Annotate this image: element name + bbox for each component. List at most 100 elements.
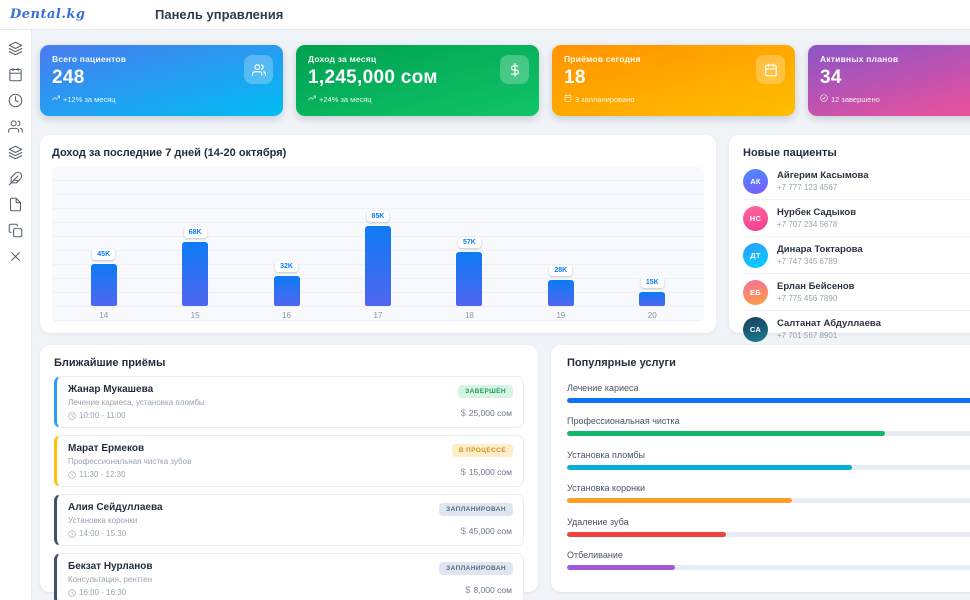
appointments-panel: Ближайшие приёмы Жанар Мукашева Лечение … <box>40 345 538 592</box>
stat-note: 3 запланировано <box>564 94 783 104</box>
currency-icon: $ <box>461 408 466 418</box>
chart-bar-group[interactable]: 68K 15 <box>182 167 208 322</box>
layers-icon[interactable] <box>8 41 23 56</box>
bar <box>456 252 482 306</box>
service-row[interactable]: Отбеливание <box>567 550 970 570</box>
users-icon[interactable] <box>8 119 23 134</box>
appointment-time: 10:00 - 11:00 <box>68 411 512 420</box>
page-title: Панель управления <box>155 7 283 22</box>
appointment-price: $ 25,000 сом <box>461 408 512 418</box>
patient-name: Салтанат Абдуллаева <box>777 318 881 329</box>
bar-category-label: 20 <box>648 311 657 322</box>
file-icon[interactable] <box>8 197 23 212</box>
service-row[interactable]: Удаление зуба <box>567 517 970 537</box>
clock-icon <box>68 471 76 479</box>
stat-note: 12 завершено <box>820 94 970 104</box>
stat-card-monthly-income[interactable]: Доход за месяц 1,245,000 сом +24% за мес… <box>296 45 539 116</box>
patient-list-item[interactable]: АК Айгерим Касымова +7 777 123 4567 <box>743 163 970 199</box>
layers-icon[interactable] <box>8 145 23 160</box>
panel-title: Новые пациенты <box>743 147 970 159</box>
chart-bar-group[interactable]: 15K 20 <box>639 167 665 322</box>
appointment-patient-name: Марат Ермеков <box>68 443 512 454</box>
bar-value-label: 57K <box>458 237 481 248</box>
service-row[interactable]: Профессиональная чистка <box>567 416 970 436</box>
stat-note: +24% за месяц <box>308 94 527 104</box>
appointment-price: $ 15,000 сом <box>461 467 512 477</box>
progress-fill <box>567 532 726 537</box>
chart-bar-group[interactable]: 45K 14 <box>91 167 117 322</box>
currency-icon: $ <box>461 467 466 477</box>
check-circle-icon <box>820 94 828 104</box>
price-text: 25,000 сом <box>469 408 512 418</box>
stat-label: Активных планов <box>820 54 970 64</box>
service-row[interactable]: Установка коронки <box>567 483 970 503</box>
panel-title: Ближайшие приёмы <box>54 357 524 369</box>
chart-bar-group[interactable]: 32K 16 <box>274 167 300 322</box>
calendar-icon <box>564 94 572 104</box>
currency-icon: $ <box>461 526 466 536</box>
stat-card-total-patients[interactable]: Всего пациентов 248 +12% за месяц <box>40 45 283 116</box>
service-row[interactable]: Лечение кариеса <box>567 383 970 403</box>
stat-card-active-plans[interactable]: Активных планов 34 12 завершено <box>808 45 970 116</box>
appointment-card[interactable]: Алия Сейдуллаева Установка коронки 14:00… <box>54 494 524 546</box>
header: Dental.kg Панель управления <box>0 0 970 30</box>
chart-bar-group[interactable]: 28K 19 <box>548 167 574 322</box>
chart-bar-group[interactable]: 85K 17 <box>365 167 391 322</box>
patient-name: Динара Токтарова <box>777 244 863 255</box>
progress-fill <box>567 398 970 403</box>
appointment-service: Установка коронки <box>68 516 512 525</box>
users-icon <box>244 55 273 84</box>
chart-bar-group[interactable]: 57K 18 <box>456 167 482 322</box>
appointment-time-text: 16:00 - 16:30 <box>79 588 126 597</box>
progress-fill <box>567 498 792 503</box>
patient-list-item[interactable]: ДТ Динара Токтарова +7 747 345 6789 <box>743 236 970 273</box>
appointment-time: 11:30 - 12:30 <box>68 470 512 479</box>
patient-phone: +7 701 567 8901 <box>777 331 881 340</box>
appointment-card[interactable]: Жанар Мукашева Лечение кариеса, установк… <box>54 376 524 428</box>
appointment-card[interactable]: Марат Ермеков Профессиональная чистка зу… <box>54 435 524 487</box>
appointment-time-text: 11:30 - 12:30 <box>79 470 126 479</box>
patient-name: Нурбек Садыков <box>777 207 856 218</box>
revenue-chart-panel: Доход за последние 7 дней (14-20 октября… <box>40 135 716 333</box>
patient-name: Ерлан Бейсенов <box>777 281 855 292</box>
bar-category-label: 18 <box>465 311 474 322</box>
progress-track <box>567 565 970 570</box>
progress-track <box>567 431 970 436</box>
patient-list-item[interactable]: НС Нурбек Садыков +7 707 234 5678 <box>743 199 970 236</box>
price-text: 8,000 сом <box>473 585 512 595</box>
appointment-price: $ 45,000 сом <box>461 526 512 536</box>
status-badge: В ПРОЦЕССЕ <box>452 444 513 457</box>
clock-icon[interactable] <box>8 93 23 108</box>
currency-icon: $ <box>465 585 470 595</box>
patient-list-item[interactable]: СА Салтанат Абдуллаева +7 701 567 8901 <box>743 310 970 347</box>
appointment-card[interactable]: Бекзат Нурланов Консультация, рентген 16… <box>54 553 524 600</box>
bar-value-label: 32K <box>275 261 298 272</box>
stat-card-appointments-today[interactable]: Приёмов сегодня 18 3 запланировано <box>552 45 795 116</box>
progress-track <box>567 532 970 537</box>
service-row[interactable]: Установка пломбы <box>567 450 970 470</box>
bar <box>639 292 665 306</box>
bar <box>182 242 208 306</box>
bar-category-label: 14 <box>99 311 108 322</box>
feather-pen-icon[interactable] <box>8 171 23 186</box>
calendar-icon[interactable] <box>8 67 23 82</box>
copy-icon[interactable] <box>8 223 23 238</box>
bar-value-label: 28K <box>549 265 572 276</box>
appointment-service: Лечение кариеса, установка пломбы <box>68 398 512 407</box>
app-logo[interactable]: Dental.kg <box>10 7 86 22</box>
progress-track <box>567 498 970 503</box>
dollar-icon <box>500 55 529 84</box>
patient-list-item[interactable]: ЕБ Ерлан Бейсенов +7 775 456 7890 <box>743 273 970 310</box>
bar-category-label: 16 <box>282 311 291 322</box>
stat-label: Доход за месяц <box>308 54 527 64</box>
avatar: ЕБ <box>743 280 768 305</box>
avatar: НС <box>743 206 768 231</box>
chart-title: Доход за последние 7 дней (14-20 октября… <box>52 147 704 159</box>
progress-track <box>567 398 970 403</box>
service-label: Отбеливание <box>567 550 970 560</box>
stat-label: Приёмов сегодня <box>564 54 783 64</box>
status-badge: ЗАПЛАНИРОВАН <box>439 562 513 575</box>
stat-label: Всего пациентов <box>52 54 271 64</box>
stat-value: 1,245,000 сом <box>308 67 527 89</box>
close-icon[interactable] <box>8 249 23 264</box>
